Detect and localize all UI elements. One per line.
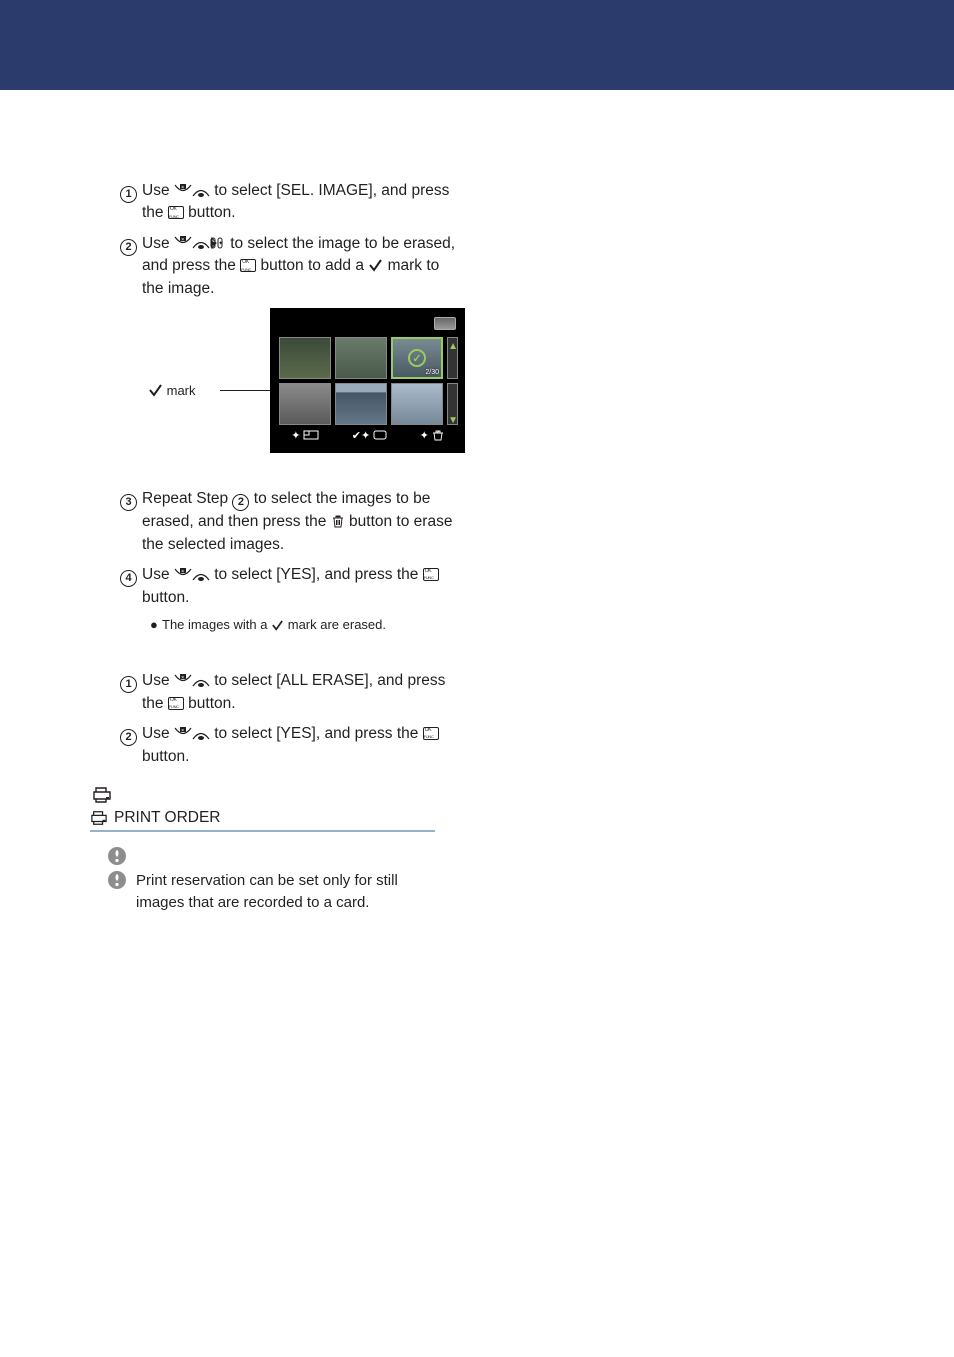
thumbnail [335,383,387,425]
thumbnail [335,337,387,379]
step-number-2: 2 [120,239,137,256]
print-order-heading: PRINT ORDER [114,809,221,827]
text: The images with a [162,617,271,632]
text: Use [142,672,174,689]
erase-action-icon: ✦ [420,429,444,442]
svg-text:✕: ✕ [181,184,184,189]
four-way-nav-icon: ✕ ▶ ✦ [174,236,226,251]
print-order-note: Print reservation can be set only for st… [136,870,436,914]
text: Use [142,235,174,252]
svg-text:✕: ✕ [181,236,184,241]
step-all-2: 2 Use ✕ to select [YES], and press the b… [120,723,465,768]
text: Use [142,182,174,199]
header-bar [0,0,954,90]
thumbnail-selected: ✓ 2/30 [391,337,443,379]
up-down-arc-icon: ✕ [174,184,210,197]
thumbnail [279,337,331,379]
figure-mark-label: mark [148,383,196,398]
ok-func-button-icon [423,727,439,740]
caution-icon [107,870,127,890]
text: Use [142,566,174,583]
selection-counter: 2/30 [425,369,439,376]
step-all-1: 1 Use ✕ to select [ALL ERASE], and press… [120,670,465,715]
up-down-arc-icon: ✕ [174,568,210,581]
text: mark [167,383,196,398]
step-number-2: 2 [120,729,137,746]
text: to select [YES], and press the [214,725,423,742]
text: Use [142,725,174,742]
thumbnail [279,383,331,425]
print-icon [90,810,108,826]
text: button. [142,748,189,765]
text: button. [188,204,235,221]
sel-image-figure: mark ✓ 2/30 ▲ ▼ [120,308,465,468]
lcd-screen: ✓ 2/30 ▲ ▼ ✦ ✔✦ ✦ [270,308,465,453]
step-number-1: 1 [120,676,137,693]
step-sel-2: 2 Use ✕ ▶ ✦ to select the image to be er… [120,233,465,300]
svg-text:✕: ✕ [181,569,184,574]
check-action-icon: ✔✦ [352,429,387,442]
text: button. [142,589,189,606]
zoom-icon: ✦ [291,429,319,442]
ok-func-button-icon [168,206,184,219]
checkmark-icon [271,620,284,631]
svg-text:▶: ▶ [212,241,217,247]
note-sel-erase: ● The images with a mark are erased. [150,617,465,632]
thumbnail [391,383,443,425]
ok-func-button-icon [423,568,439,581]
text: Repeat Step [142,490,232,507]
step-sel-1: 1 Use ✕ to select [SEL. IMAGE], and pres… [120,180,465,225]
text: button to add a [261,257,369,274]
selection-check-icon: ✓ [408,349,426,367]
page-content: 1 Use ✕ to select [SEL. IMAGE], and pres… [0,90,954,914]
print-order-section: PRINT ORDER [90,786,465,914]
svg-text:✕: ✕ [181,675,184,680]
step-ref-2: 2 [232,494,249,511]
step-number-1: 1 [120,186,137,203]
ok-func-button-icon [240,259,256,272]
text: button. [188,695,235,712]
step-sel-4: 4 Use ✕ to select [YES], and press the b… [120,564,465,609]
svg-text:✕: ✕ [181,727,184,732]
up-down-arc-icon: ✕ [174,674,210,687]
lcd-toolbar: ✦ ✔✦ ✦ [275,426,460,444]
card-indicator-icon [434,317,456,330]
checkmark-icon [148,384,163,397]
text: mark are erased. [288,617,386,632]
scroll-indicator-icon: ▼ [448,415,458,426]
step-sel-3: 3 Repeat Step 2 to select the images to … [120,488,465,556]
step-number-3: 3 [120,494,137,511]
caution-icon [107,846,127,866]
callout-line [220,390,270,391]
scroll-indicator-icon: ▲ [448,341,458,352]
svg-text:✦: ✦ [218,240,223,247]
checkmark-icon [368,259,383,272]
text: to select [YES], and press the [214,566,423,583]
ok-func-button-icon [168,697,184,710]
up-down-arc-icon: ✕ [174,727,210,740]
trash-button-icon [331,514,345,529]
print-icon [92,786,112,804]
step-number-4: 4 [120,570,137,587]
